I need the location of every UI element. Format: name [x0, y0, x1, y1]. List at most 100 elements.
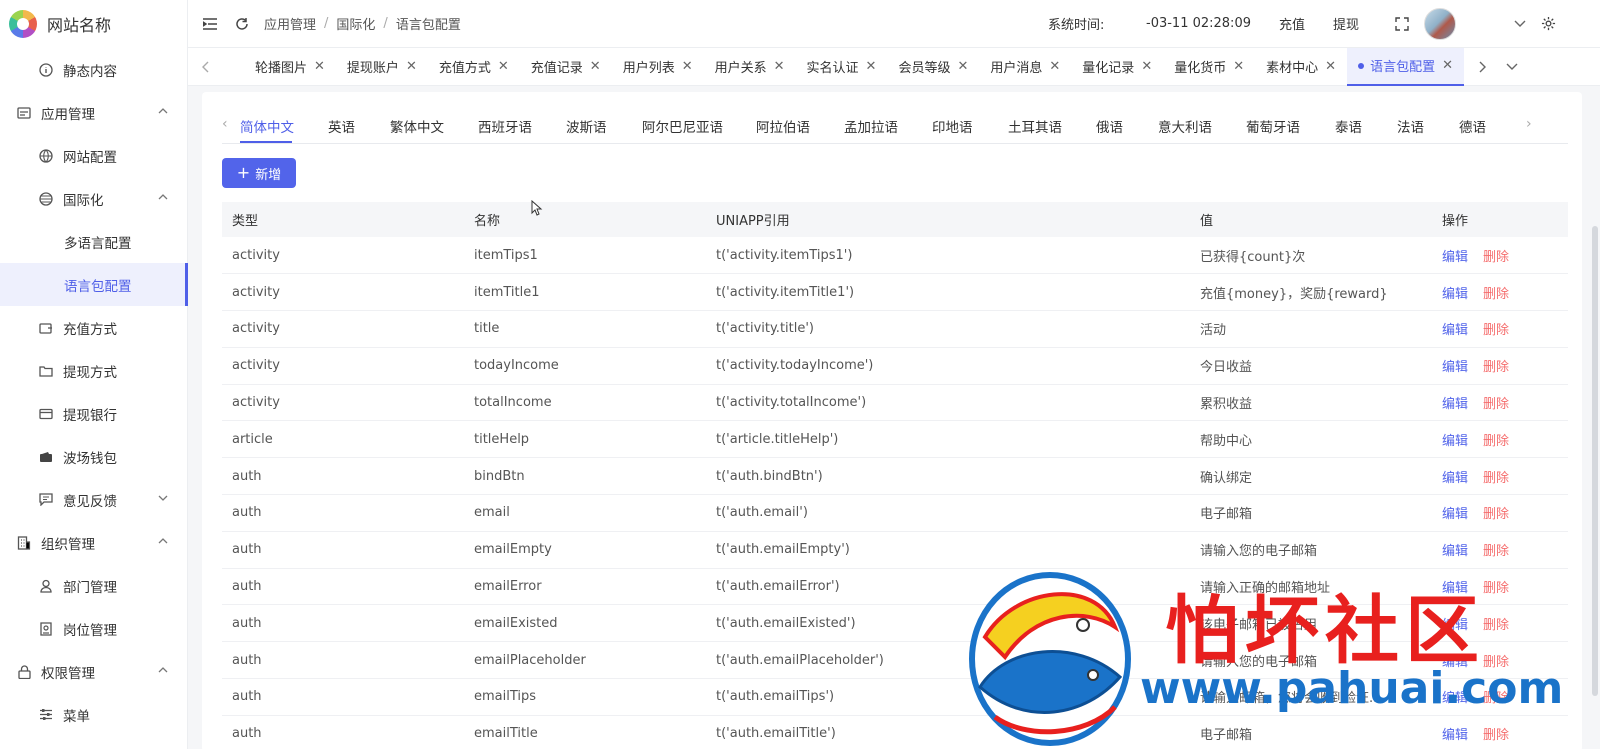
edit-button[interactable]: 编辑 — [1442, 250, 1468, 265]
breadcrumb-item[interactable]: 国际化 — [336, 14, 375, 33]
language-tab[interactable]: 英语 — [328, 116, 355, 136]
delete-button[interactable]: 删除 — [1483, 581, 1509, 596]
tab[interactable]: 用户列表 ✕ — [612, 48, 704, 86]
delete-button[interactable]: 删除 — [1483, 471, 1509, 486]
tab[interactable]: 充值方式 ✕ — [428, 48, 520, 86]
language-tab[interactable]: 泰语 — [1335, 116, 1362, 136]
tabs-scroll-right-icon[interactable] — [1474, 59, 1490, 75]
edit-button[interactable]: 编辑 — [1442, 581, 1468, 596]
close-icon[interactable]: ✕ — [314, 59, 325, 74]
edit-button[interactable]: 编辑 — [1442, 507, 1468, 522]
tab[interactable]: 实名认证 ✕ — [796, 48, 888, 86]
edit-button[interactable]: 编辑 — [1442, 618, 1468, 633]
close-icon[interactable]: ✕ — [1233, 59, 1244, 74]
close-icon[interactable]: ✕ — [1049, 59, 1060, 74]
close-icon[interactable]: ✕ — [774, 59, 785, 74]
delete-button[interactable]: 删除 — [1483, 655, 1509, 670]
sidebar-item[interactable]: 网站配置 — [0, 134, 187, 177]
sidebar-item[interactable]: 权限管理 — [0, 650, 187, 693]
page-scrollbar-thumb[interactable] — [1592, 226, 1598, 696]
chevron-up-icon[interactable] — [157, 105, 169, 117]
delete-button[interactable]: 删除 — [1483, 618, 1509, 633]
edit-button[interactable]: 编辑 — [1442, 544, 1468, 559]
chevron-down-icon[interactable] — [157, 492, 169, 504]
edit-button[interactable]: 编辑 — [1442, 655, 1468, 670]
edit-button[interactable]: 编辑 — [1442, 360, 1468, 375]
sidebar-item[interactable]: 应用管理 — [0, 91, 187, 134]
language-tabs-next-icon[interactable]: › — [1526, 116, 1532, 132]
language-tab[interactable]: 法语 — [1397, 116, 1424, 136]
edit-button[interactable]: 编辑 — [1442, 434, 1468, 449]
delete-button[interactable]: 删除 — [1483, 287, 1509, 302]
edit-button[interactable]: 编辑 — [1442, 323, 1468, 338]
edit-button[interactable]: 编辑 — [1442, 691, 1468, 706]
sidebar-item[interactable]: 充值方式 — [0, 306, 187, 349]
sidebar-item[interactable]: 提现银行 — [0, 392, 187, 435]
language-tab[interactable]: 波斯语 — [566, 116, 607, 136]
language-tab[interactable]: 简体中文 — [240, 116, 294, 136]
language-tab[interactable]: 德语 — [1459, 116, 1486, 136]
sidebar-item[interactable]: 多语言配置 — [0, 220, 187, 263]
delete-button[interactable]: 删除 — [1483, 691, 1509, 706]
delete-button[interactable]: 删除 — [1483, 250, 1509, 265]
language-tab[interactable]: 孟加拉语 — [844, 116, 898, 136]
tab[interactable]: 量化货币 ✕ — [1163, 48, 1255, 86]
sidebar-item[interactable]: 部门管理 — [0, 564, 187, 607]
sidebar-item[interactable]: 提现方式 — [0, 349, 187, 392]
edit-button[interactable]: 编辑 — [1442, 728, 1468, 743]
close-icon[interactable]: ✕ — [957, 59, 968, 74]
language-tabs-prev-icon[interactable]: ‹ — [222, 116, 228, 132]
sidebar-item[interactable]: 意见反馈 — [0, 478, 187, 521]
language-tab[interactable]: 印地语 — [932, 116, 973, 136]
delete-button[interactable]: 删除 — [1483, 544, 1509, 559]
breadcrumb-item[interactable]: 应用管理 — [264, 14, 316, 33]
tab[interactable]: 用户关系 ✕ — [704, 48, 796, 86]
page-scrollbar[interactable] — [1590, 86, 1600, 749]
tab[interactable]: 语言包配置 ✕ — [1347, 47, 1464, 86]
language-tab[interactable]: 繁体中文 — [390, 116, 444, 136]
sidebar-item[interactable]: 菜单 — [0, 693, 187, 736]
sidebar-item[interactable]: 国际化 — [0, 177, 187, 220]
close-icon[interactable]: ✕ — [498, 59, 509, 74]
sidebar-item[interactable]: 语言包配置 — [0, 263, 188, 306]
language-tab[interactable]: 葡萄牙语 — [1246, 116, 1300, 136]
close-icon[interactable]: ✕ — [1442, 58, 1453, 73]
tab[interactable]: 提现账户 ✕ — [336, 48, 428, 86]
delete-button[interactable]: 删除 — [1483, 728, 1509, 743]
close-icon[interactable]: ✕ — [1325, 59, 1336, 74]
edit-button[interactable]: 编辑 — [1442, 397, 1468, 412]
close-icon[interactable]: ✕ — [590, 59, 601, 74]
delete-button[interactable]: 删除 — [1483, 507, 1509, 522]
chevron-up-icon[interactable] — [157, 664, 169, 676]
tabs-scroll-left-icon[interactable] — [198, 59, 214, 75]
tab[interactable]: 充值记录 ✕ — [520, 48, 612, 86]
sidebar-item[interactable]: 岗位管理 — [0, 607, 187, 650]
tab[interactable]: 用户消息 ✕ — [979, 48, 1071, 86]
delete-button[interactable]: 删除 — [1483, 360, 1509, 375]
delete-button[interactable]: 删除 — [1483, 434, 1509, 449]
edit-button[interactable]: 编辑 — [1442, 287, 1468, 302]
tabs-more-chevron-icon[interactable] — [1504, 59, 1520, 75]
gear-icon[interactable] — [1540, 16, 1556, 32]
logo[interactable]: 网站名称 — [0, 0, 187, 48]
delete-button[interactable]: 删除 — [1483, 323, 1509, 338]
chevron-up-icon[interactable] — [157, 191, 169, 203]
chevron-up-icon[interactable] — [157, 535, 169, 547]
sidebar-item[interactable]: 静态内容 — [0, 48, 187, 91]
add-button[interactable]: + 新增 — [222, 158, 296, 188]
chevron-down-icon[interactable] — [1512, 16, 1528, 32]
language-tab[interactable]: 阿尔巴尼亚语 — [642, 116, 723, 136]
withdraw-link[interactable]: 提现 — [1333, 14, 1359, 33]
close-icon[interactable]: ✕ — [406, 59, 417, 74]
sidebar-item[interactable]: 波场钱包 — [0, 435, 187, 478]
sidebar-item[interactable]: 组织管理 — [0, 521, 187, 564]
tab[interactable]: 轮播图片 ✕ — [244, 48, 336, 86]
fullscreen-icon[interactable] — [1394, 16, 1410, 32]
language-tab[interactable]: 俄语 — [1096, 116, 1123, 136]
tab[interactable]: 量化记录 ✕ — [1071, 48, 1163, 86]
language-tab[interactable]: 意大利语 — [1158, 116, 1212, 136]
language-tab[interactable]: 土耳其语 — [1008, 116, 1062, 136]
delete-button[interactable]: 删除 — [1483, 397, 1509, 412]
tab[interactable]: 会员等级 ✕ — [887, 48, 979, 86]
tab[interactable]: 素材中心 ✕ — [1255, 48, 1347, 86]
